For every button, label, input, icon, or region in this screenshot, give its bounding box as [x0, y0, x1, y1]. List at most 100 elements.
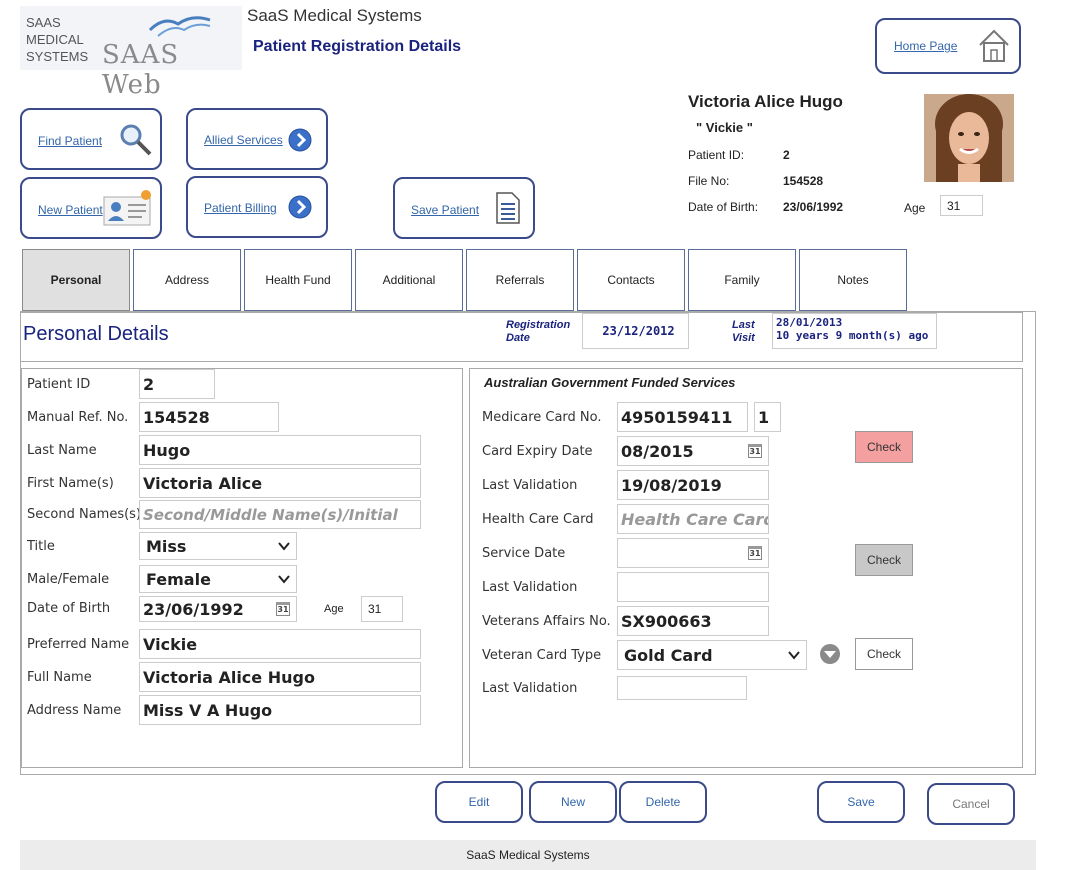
save-patient-button[interactable]: Save Patient [393, 177, 535, 239]
tab-additional[interactable]: Additional [355, 249, 463, 311]
patient-id-field-label: Patient ID [27, 377, 91, 392]
manual-ref-field[interactable]: 154528 [139, 402, 279, 432]
preferred-name-label: Preferred Name [27, 637, 130, 652]
card-expiry-label: Card Expiry Date [482, 444, 593, 459]
new-patient-card-icon [103, 190, 151, 226]
age-field-label: Age [324, 603, 344, 615]
last-visit-label: Last Visit [732, 319, 755, 344]
file-no-value: 154528 [783, 174, 824, 188]
arrow-right-icon [288, 128, 312, 152]
preferred-name-field[interactable]: Vickie [139, 629, 421, 659]
age-label: Age [904, 201, 926, 215]
dropdown-circle-icon[interactable] [819, 643, 841, 665]
veterans-affairs-label: Veterans Affairs No. [482, 614, 611, 629]
calendar-icon[interactable]: 31 [748, 546, 762, 560]
card-expiry-field[interactable]: 08/2015 31 [617, 436, 769, 466]
allied-services-link[interactable]: Allied Services [204, 133, 283, 147]
save-patient-link[interactable]: Save Patient [411, 203, 479, 217]
health-care-card-label: Health Care Card [482, 512, 594, 527]
tab-address[interactable]: Address [133, 249, 241, 311]
file-no-label: File No: [688, 174, 730, 188]
delete-button[interactable]: Delete [619, 781, 707, 823]
medicare-check-button[interactable]: Check [855, 431, 913, 463]
home-icon [979, 29, 1009, 62]
calendar-icon[interactable]: 31 [276, 602, 290, 616]
patient-photo [924, 94, 1014, 182]
title-label: Title [27, 539, 55, 554]
new-button[interactable]: New [529, 781, 617, 823]
health-care-card-field[interactable]: Health Care Card [617, 504, 769, 534]
gender-select[interactable]: Female [139, 565, 297, 593]
patient-billing-button[interactable]: Patient Billing [186, 176, 328, 238]
last-validation-3-field[interactable] [617, 676, 747, 700]
last-name-label: Last Name [27, 443, 97, 458]
last-visit-field[interactable]: 28/01/2013 10 years 9 month(s) ago [772, 313, 937, 349]
veteran-card-type-label: Veteran Card Type [482, 648, 602, 663]
document-icon [496, 192, 520, 224]
veteran-card-type-select[interactable]: Gold Card [617, 640, 807, 670]
second-names-label: Second Names(s) [27, 507, 142, 522]
full-name-label: Full Name [27, 670, 92, 685]
registration-date-field[interactable]: 23/12/2012 [582, 313, 689, 349]
tab-notes[interactable]: Notes [799, 249, 907, 311]
last-name-field[interactable]: Hugo [139, 435, 421, 465]
second-names-field[interactable]: Second/Middle Name(s)/Initial [139, 500, 421, 529]
title-select[interactable]: Miss [139, 532, 297, 560]
calendar-icon[interactable]: 31 [748, 444, 762, 458]
allied-services-button[interactable]: Allied Services [186, 108, 328, 170]
cancel-button[interactable]: Cancel [927, 783, 1015, 825]
medicare-irn-field[interactable]: 1 [754, 402, 781, 432]
patient-billing-link[interactable]: Patient Billing [204, 201, 277, 215]
last-validation-3-label: Last Validation [482, 681, 578, 696]
gender-label: Male/Female [27, 572, 110, 587]
footer: SaaS Medical Systems [20, 840, 1036, 870]
manual-ref-label: Manual Ref. No. [27, 410, 129, 425]
home-page-button[interactable]: Home Page [875, 18, 1021, 74]
veterans-affairs-field[interactable]: SX900663 [617, 606, 769, 636]
patient-id-label: Patient ID: [688, 148, 745, 162]
tab-referrals[interactable]: Referrals [466, 249, 574, 311]
tab-personal[interactable]: Personal [22, 249, 130, 311]
dob-field-label: Date of Birth [27, 601, 111, 616]
arrow-right-icon [288, 195, 312, 219]
last-validation-label: Last Validation [482, 478, 578, 493]
patient-id-field[interactable]: 2 [139, 369, 215, 399]
chevron-down-icon [278, 542, 290, 551]
service-date-field[interactable]: 31 [617, 538, 769, 568]
edit-button[interactable]: Edit [435, 781, 523, 823]
age-field[interactable]: 31 [361, 596, 403, 622]
dob-value: 23/06/1992 [783, 200, 844, 214]
chevron-down-icon [788, 651, 800, 660]
address-name-field[interactable]: Miss V A Hugo [139, 695, 421, 725]
tab-contacts[interactable]: Contacts [577, 249, 685, 311]
find-patient-button[interactable]: Find Patient [20, 108, 162, 170]
registration-date-label: Registration Date [506, 319, 571, 344]
medicare-label: Medicare Card No. [482, 410, 602, 425]
last-validation-2-field[interactable] [617, 572, 769, 602]
save-button[interactable]: Save [817, 781, 905, 823]
medicare-field[interactable]: 4950159411 [617, 402, 748, 432]
address-name-label: Address Name [27, 703, 122, 718]
bird-logo-icon [148, 16, 211, 37]
dob-field[interactable]: 23/06/1992 31 [139, 596, 297, 622]
new-patient-button[interactable]: New Patient [20, 177, 162, 239]
patient-nickname: " Vickie " [696, 120, 753, 135]
service-date-label: Service Date [482, 546, 566, 561]
gov-services-title: Australian Government Funded Services [484, 375, 736, 390]
find-patient-link[interactable]: Find Patient [38, 134, 102, 148]
tab-family[interactable]: Family [688, 249, 796, 311]
health-care-check-button[interactable]: Check [855, 544, 913, 576]
app-title: SaaS Medical Systems [247, 6, 422, 25]
veteran-check-button[interactable]: Check [855, 638, 913, 670]
first-names-field[interactable]: Victoria Alice [139, 468, 421, 498]
last-validation-field[interactable]: 19/08/2019 [617, 470, 769, 500]
home-page-link[interactable]: Home Page [894, 39, 957, 53]
search-icon [120, 124, 152, 156]
new-patient-link[interactable]: New Patient [38, 203, 103, 217]
logo-text: SAAS MEDICAL SYSTEMS [26, 15, 89, 64]
tab-health-fund[interactable]: Health Fund [244, 249, 352, 311]
logo: SAAS MEDICAL SYSTEMS SAAS Web [20, 6, 242, 100]
dob-label: Date of Birth: [688, 200, 759, 214]
first-names-label: First Name(s) [27, 476, 114, 491]
full-name-field[interactable]: Victoria Alice Hugo [139, 662, 421, 692]
